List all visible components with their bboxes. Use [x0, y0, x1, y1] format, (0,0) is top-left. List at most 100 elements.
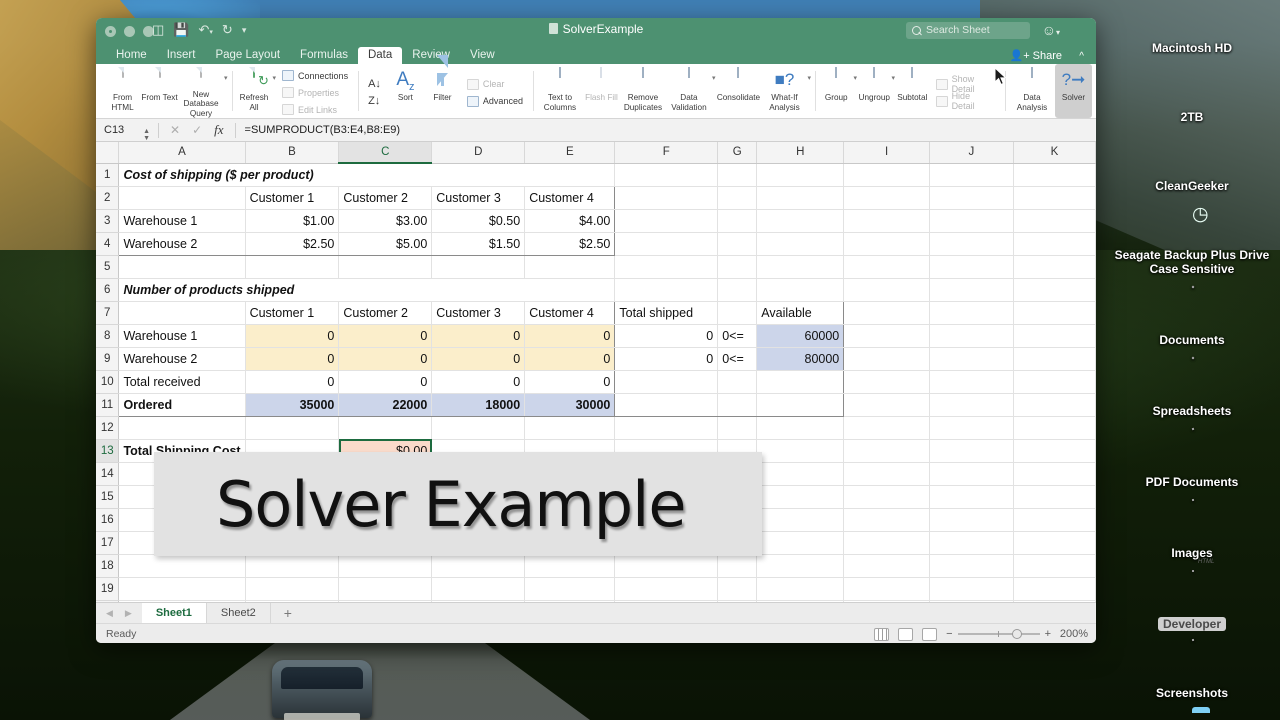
row-header[interactable]: 3	[96, 209, 120, 233]
cell-E7[interactable]: Customer 4	[524, 301, 616, 325]
desktop-icon-screenshots[interactable]: Screenshots	[1104, 638, 1280, 700]
fx-icon[interactable]: fx	[214, 122, 223, 138]
cell-H2[interactable]	[756, 186, 845, 210]
remove-duplicates-button[interactable]: Remove Duplicates	[620, 64, 666, 118]
column-header-J[interactable]: J	[929, 142, 1014, 164]
zoom-slider[interactable]	[957, 629, 1040, 639]
spreadsheet-grid[interactable]: A B C D E F G H I J K 1 Cost of shipping…	[96, 142, 1096, 602]
normal-view-icon[interactable]	[874, 627, 890, 641]
cell-J15[interactable]	[929, 485, 1014, 509]
cell-A3[interactable]: Warehouse 1	[118, 209, 246, 233]
cell-I4[interactable]	[843, 232, 930, 256]
row-header[interactable]: 11	[96, 393, 120, 417]
cell-K4[interactable]	[1013, 232, 1096, 256]
row-header[interactable]: 10	[96, 370, 120, 394]
chevron-down-icon[interactable]: ▾	[807, 74, 811, 82]
cell-F11[interactable]	[614, 393, 719, 417]
group-button[interactable]: Group	[819, 64, 854, 118]
zoom-in-button[interactable]: +	[1045, 628, 1051, 640]
cell-H19[interactable]	[756, 577, 845, 601]
cell-I2[interactable]	[843, 186, 930, 210]
cell-I8[interactable]	[843, 324, 930, 348]
cell-K17[interactable]	[1013, 531, 1096, 555]
cell-J13[interactable]	[929, 439, 1014, 463]
row-header[interactable]: 2	[96, 186, 120, 210]
cell-H15[interactable]	[756, 485, 845, 509]
cell-J17[interactable]	[929, 531, 1014, 555]
desktop-icon-seagate-backup[interactable]: Seagate Backup Plus Drive Case Sensitive	[1104, 201, 1280, 276]
cell-D18[interactable]	[431, 554, 526, 578]
cell-B7[interactable]: Customer 1	[245, 301, 340, 325]
cancel-icon[interactable]: ✕	[170, 123, 180, 137]
cell-G8[interactable]: 0<=	[717, 324, 758, 348]
cell-J12[interactable]	[929, 416, 1014, 440]
cell-F5[interactable]	[614, 255, 719, 279]
cell-C18[interactable]	[338, 554, 433, 578]
cell-C9[interactable]: 0	[338, 347, 433, 371]
desktop-icon-documents[interactable]: Documents	[1104, 285, 1280, 347]
cell-I13[interactable]	[843, 439, 930, 463]
cell-C10[interactable]: 0	[338, 370, 433, 394]
cell-B5[interactable]	[245, 255, 340, 279]
cell-J6[interactable]	[929, 278, 1014, 302]
cell-I16[interactable]	[843, 508, 930, 532]
cell-I7[interactable]	[843, 301, 930, 325]
sheet-tab-sheet2[interactable]: Sheet2	[207, 603, 271, 623]
column-header-I[interactable]: I	[843, 142, 930, 164]
collapse-ribbon-icon[interactable]: ^	[1079, 51, 1084, 62]
desktop-icon-pdf-documents[interactable]: PDF Documents	[1104, 427, 1280, 489]
cell-K1[interactable]	[1013, 163, 1096, 187]
cell-G5[interactable]	[717, 255, 758, 279]
cell-F18[interactable]	[614, 554, 719, 578]
row-header[interactable]: 18	[96, 554, 120, 578]
cell-H8[interactable]: 60000	[756, 324, 845, 348]
cell-A6[interactable]: Number of products shipped	[118, 277, 616, 302]
add-sheet-button[interactable]: +	[271, 603, 305, 623]
cell-K11[interactable]	[1013, 393, 1096, 417]
cell-K2[interactable]	[1013, 186, 1096, 210]
cell-G10[interactable]	[717, 370, 758, 394]
consolidate-button[interactable]: Consolidate	[715, 64, 761, 118]
cell-C2[interactable]: Customer 2	[338, 186, 433, 210]
cell-F4[interactable]	[614, 232, 719, 256]
name-box-spinner-icon[interactable]: ▲ ▼	[143, 128, 150, 142]
row-header[interactable]: 12	[96, 416, 120, 440]
sheet-tab-sheet1[interactable]: Sheet1	[141, 603, 207, 623]
triangle-left-icon[interactable]: ◀	[106, 608, 113, 619]
desktop-icon-adeept-folder[interactable]: AdeeptStarterKitDocs pdf	[1104, 712, 1280, 720]
cell-H1[interactable]	[756, 163, 845, 187]
cell-G3[interactable]	[717, 209, 758, 233]
row-header[interactable]: 17	[96, 531, 120, 555]
tab-formulas[interactable]: Formulas	[290, 47, 358, 64]
cell-K5[interactable]	[1013, 255, 1096, 279]
filter-button[interactable]: Filter	[424, 55, 461, 118]
column-header-D[interactable]: D	[431, 142, 526, 164]
cell-J3[interactable]	[929, 209, 1014, 233]
cell-F19[interactable]	[614, 577, 719, 601]
cell-C12[interactable]	[338, 416, 433, 440]
cell-H16[interactable]	[756, 508, 845, 532]
desktop-icon-macintosh-hd[interactable]: Macintosh HD	[1104, 0, 1280, 55]
cell-D2[interactable]: Customer 3	[431, 186, 526, 210]
column-header-G[interactable]: G	[717, 142, 758, 164]
tab-view[interactable]: View	[460, 47, 505, 64]
cell-D5[interactable]	[431, 255, 526, 279]
cell-E20[interactable]	[524, 600, 616, 602]
cell-J16[interactable]	[929, 508, 1014, 532]
cell-E11[interactable]: 30000	[524, 393, 616, 417]
search-sheet-input[interactable]: Search Sheet	[906, 22, 1030, 39]
cell-F10[interactable]	[614, 370, 719, 394]
cell-I5[interactable]	[843, 255, 930, 279]
cell-B19[interactable]	[245, 577, 340, 601]
cell-C19[interactable]	[338, 577, 433, 601]
cell-H10[interactable]	[756, 370, 845, 394]
cell-F6[interactable]	[614, 278, 719, 302]
cell-K7[interactable]	[1013, 301, 1096, 325]
cell-A9[interactable]: Warehouse 2	[118, 347, 246, 371]
cell-H12[interactable]	[756, 416, 845, 440]
tab-page-layout[interactable]: Page Layout	[205, 47, 290, 64]
row-header[interactable]: 7	[96, 301, 120, 325]
cell-F9[interactable]: 0	[614, 347, 719, 371]
tab-data[interactable]: Data	[357, 47, 403, 64]
connections-button[interactable]: Connections	[280, 67, 350, 84]
